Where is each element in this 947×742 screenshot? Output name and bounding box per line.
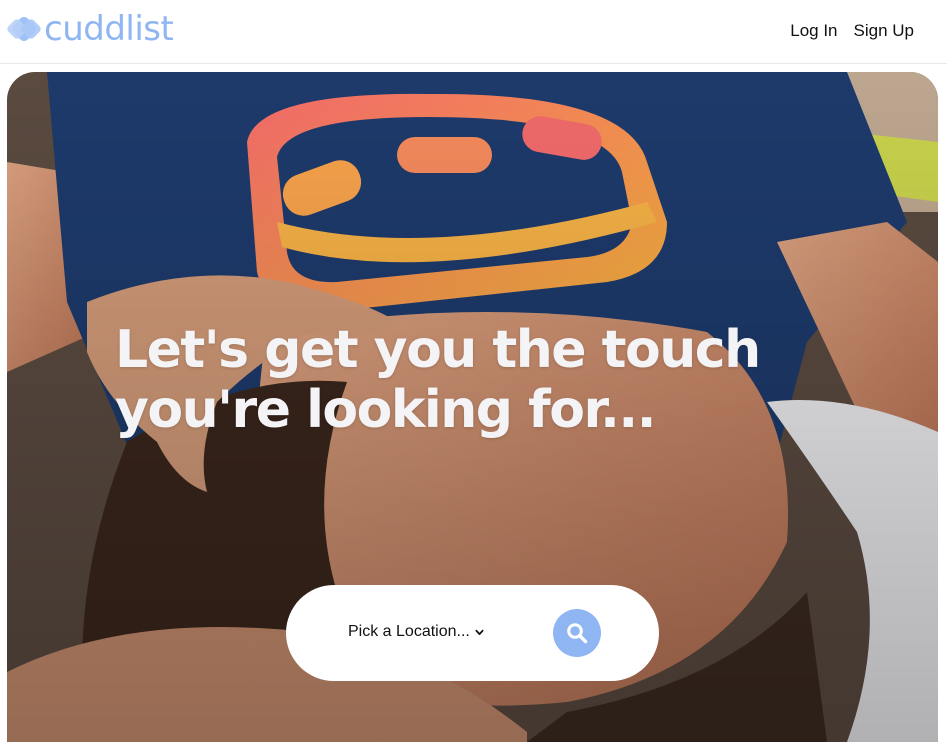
headline-line-1: Let's get you the touch	[115, 320, 761, 380]
search-button[interactable]	[553, 609, 601, 657]
hero-headline: Let's get you the touch you're looking f…	[115, 320, 835, 440]
headline-line-2: you're looking for...	[115, 380, 656, 440]
logo[interactable]: cuddlist	[6, 8, 174, 50]
site-header: cuddlist Log In Sign Up	[0, 0, 947, 64]
brand-name: cuddlist	[44, 9, 174, 49]
hero-banner: Let's get you the touch you're looking f…	[7, 72, 938, 742]
location-select-label: Pick a Location...	[348, 623, 470, 640]
cuddlist-logo-icon	[7, 16, 41, 42]
chevron-down-icon	[475, 629, 484, 635]
header-nav: Log In Sign Up	[790, 21, 914, 41]
login-link[interactable]: Log In	[790, 21, 837, 41]
search-icon	[567, 623, 588, 644]
search-card: Pick a Location...	[286, 585, 659, 681]
location-select[interactable]: Pick a Location...	[348, 623, 484, 641]
signup-link[interactable]: Sign Up	[854, 21, 914, 41]
